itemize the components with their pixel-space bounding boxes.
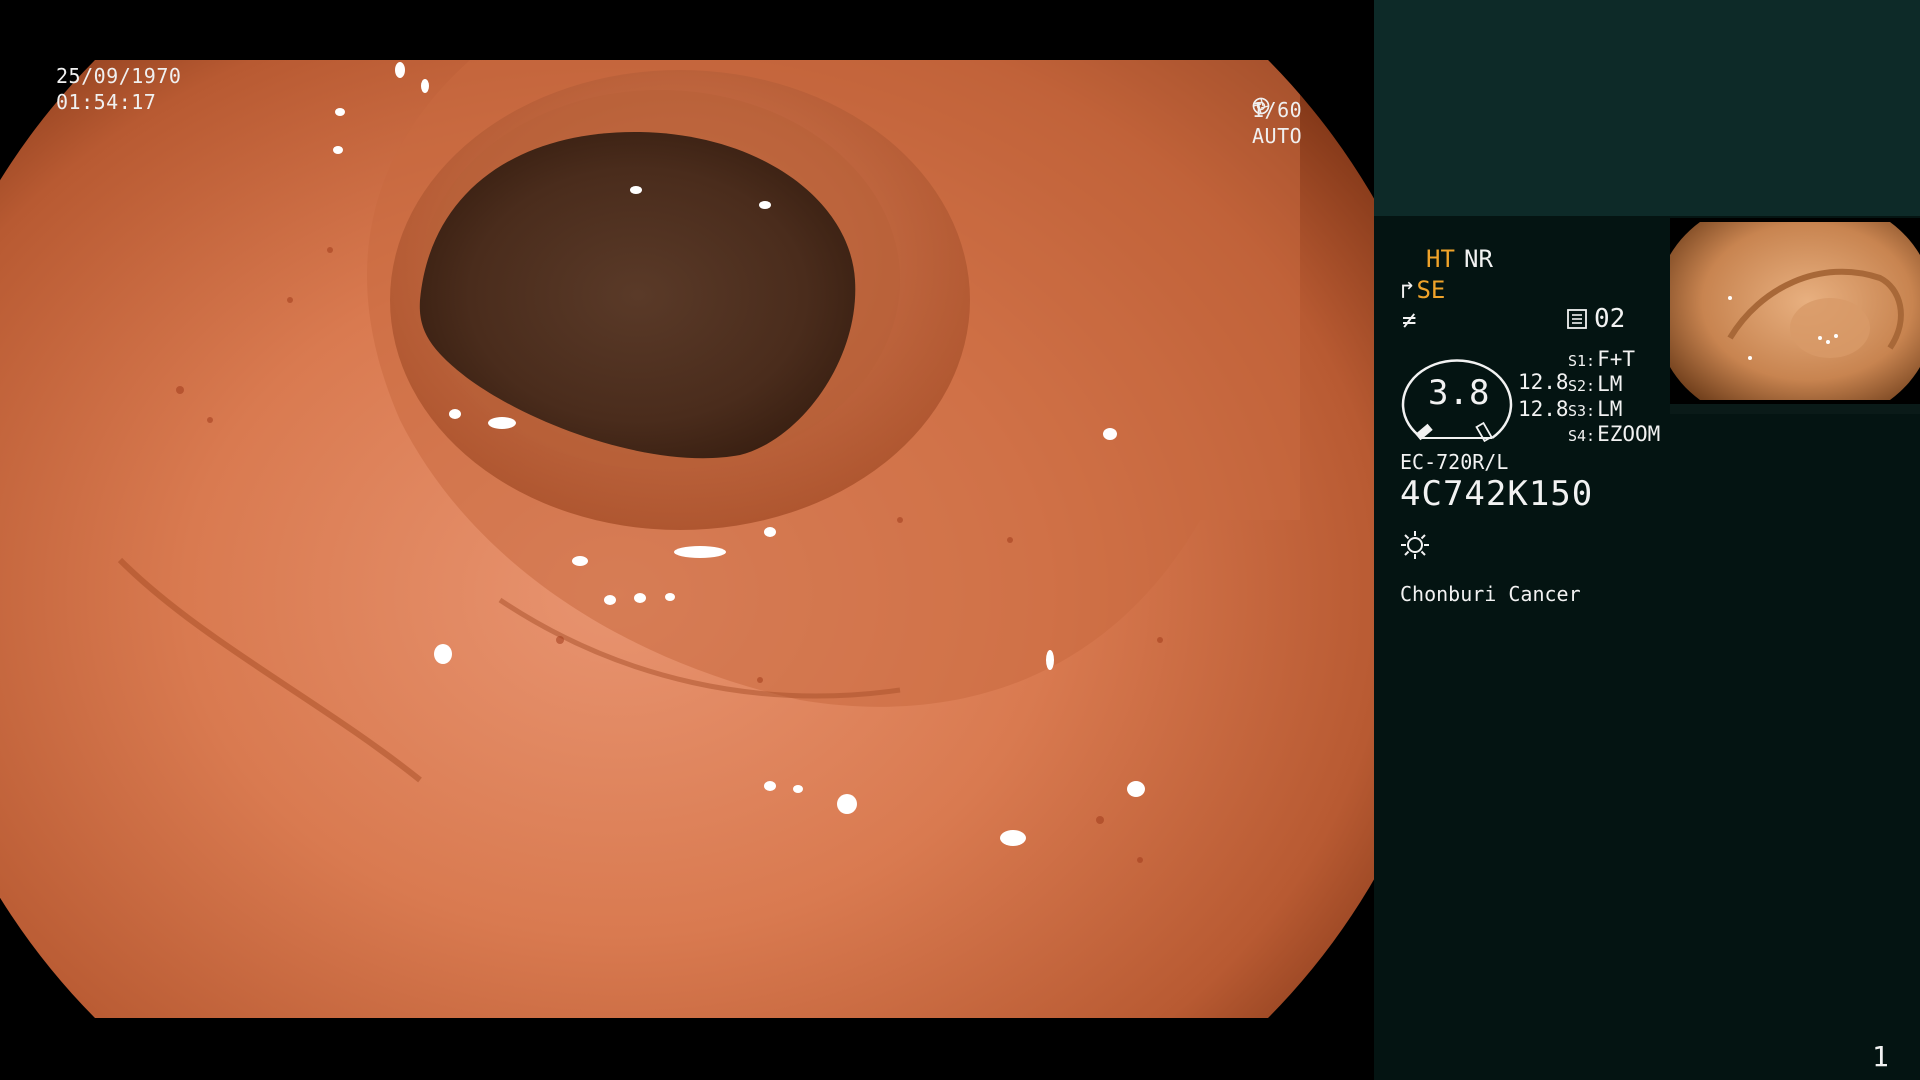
value-2: 12.8 — [1518, 397, 1569, 421]
exam-time: 01:54:17 — [56, 90, 157, 114]
switch-s4: S4:EZOOM — [1568, 422, 1660, 446]
memo-icon — [1567, 309, 1587, 329]
switch-s1: S1:F+T — [1568, 347, 1635, 371]
thumbnail-caption-bar — [1670, 404, 1920, 414]
endoscope-view: 25/09/1970 01:54:17 1/60 AUTO — [0, 0, 1374, 1080]
iris-mode: AUTO — [1252, 124, 1303, 148]
iris-icon — [1252, 97, 1270, 115]
mode-se-label: SE — [1416, 276, 1446, 304]
exam-date: 25/09/1970 — [56, 64, 182, 88]
structure-enhance-icon: ↱ — [1400, 276, 1415, 304]
shutter-overlay: 1/60 AUTO — [1252, 97, 1302, 149]
info-panel-header — [1374, 0, 1920, 216]
switch-s2-value: LM — [1597, 372, 1623, 396]
endoscopy-screen: 25/09/1970 01:54:17 1/60 AUTO HT NR ↱SE … — [0, 0, 1920, 1080]
mode-se: ↱SE — [1400, 276, 1445, 304]
switch-s3: S3:LM — [1568, 397, 1622, 421]
switch-s3-value: LM — [1597, 397, 1623, 421]
date-time-overlay: 25/09/1970 01:54:17 — [56, 63, 181, 115]
page-number: 1 — [1872, 1040, 1889, 1073]
thumbnail-endoscopic-image — [1670, 222, 1920, 400]
color-mode-icon: ≠ — [1402, 306, 1417, 334]
switch-s3-key: S3: — [1568, 402, 1596, 420]
switch-s2-key: S2: — [1568, 377, 1596, 395]
switch-s1-key: S1: — [1568, 352, 1596, 370]
value-1: 12.8 — [1518, 370, 1569, 394]
zoom-value: 3.8 — [1428, 373, 1490, 413]
switch-s4-value: EZOOM — [1597, 422, 1661, 446]
site-name: Chonburi Cancer — [1400, 582, 1581, 606]
thumbnail-image[interactable] — [1670, 218, 1920, 404]
endoscopic-image — [0, 60, 1374, 1018]
mode-ht: HT — [1426, 245, 1455, 273]
light-source-icon — [1401, 531, 1429, 559]
memo-number: 02 — [1594, 304, 1626, 334]
switch-s1-value: F+T — [1597, 347, 1636, 371]
scope-serial: 4C742K150 — [1400, 474, 1594, 514]
mode-nr: NR — [1464, 245, 1493, 273]
switch-s2: S2:LM — [1568, 372, 1622, 396]
switch-s4-key: S4: — [1568, 427, 1596, 445]
info-panel: HT NR ↱SE ≠ 02 3.8 12.8 12.8 S1:F+T S2:L… — [1374, 0, 1920, 1080]
scope-model: EC-720R/L — [1400, 450, 1509, 474]
